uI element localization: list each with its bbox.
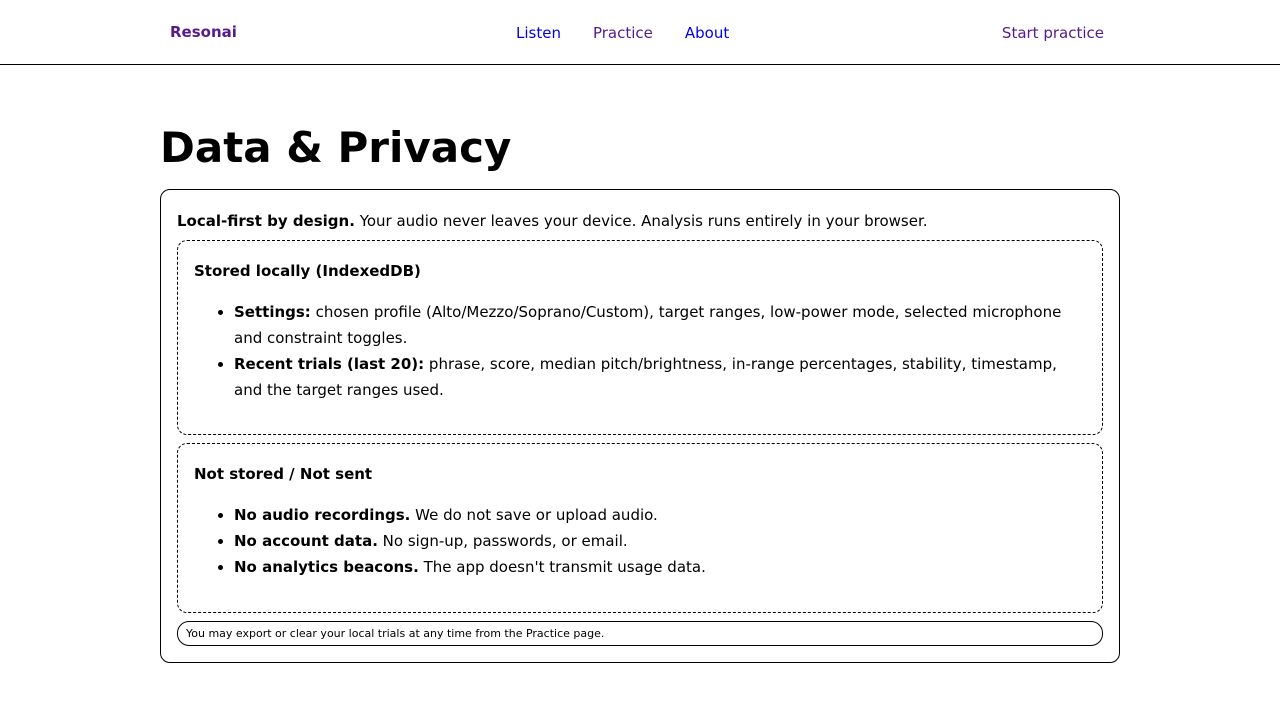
list-item-text: chosen profile (Alto/Mezzo/Soprano/Custo… bbox=[234, 303, 1062, 347]
list-item-text: No sign-up, passwords, or email. bbox=[377, 532, 628, 550]
intro-body: Your audio never leaves your device. Ana… bbox=[354, 212, 928, 230]
intro-text: Local-first by design. Your audio never … bbox=[177, 210, 928, 232]
top-navigation: Resonai Listen Practice About Start prac… bbox=[0, 0, 1280, 65]
stored-locally-list: Settings: chosen profile (Alto/Mezzo/Sop… bbox=[178, 299, 1102, 403]
list-item: Settings: chosen profile (Alto/Mezzo/Sop… bbox=[234, 299, 1088, 351]
export-clear-note: You may export or clear your local trial… bbox=[177, 621, 1103, 646]
list-item: Recent trials (last 20): phrase, score, … bbox=[234, 351, 1088, 403]
list-item-text: The app doesn't transmit usage data. bbox=[418, 558, 706, 576]
stored-locally-title: Stored locally (IndexedDB) bbox=[194, 262, 421, 280]
nav-link-practice[interactable]: Practice bbox=[593, 24, 653, 42]
page-title: Data & Privacy bbox=[160, 123, 512, 172]
nav-link-listen[interactable]: Listen bbox=[516, 24, 561, 42]
list-item-label: No analytics beacons. bbox=[234, 558, 419, 576]
list-item-text: We do not save or upload audio. bbox=[410, 506, 658, 524]
intro-lead: Local-first by design. bbox=[177, 212, 355, 230]
list-item-label: Settings: bbox=[234, 303, 311, 321]
not-stored-section: Not stored / Not sent No audio recording… bbox=[177, 443, 1103, 613]
primary-nav: Listen Practice About bbox=[516, 24, 761, 42]
list-item: No analytics beacons. The app doesn't tr… bbox=[234, 554, 1088, 580]
stored-locally-section: Stored locally (IndexedDB) Settings: cho… bbox=[177, 240, 1103, 435]
not-stored-title: Not stored / Not sent bbox=[194, 465, 373, 483]
start-practice-link[interactable]: Start practice bbox=[1002, 24, 1104, 42]
privacy-card: Local-first by design. Your audio never … bbox=[160, 189, 1120, 663]
list-item: No audio recordings. We do not save or u… bbox=[234, 502, 1088, 528]
brand-logo-link[interactable]: Resonai bbox=[170, 23, 237, 41]
list-item-label: No audio recordings. bbox=[234, 506, 411, 524]
nav-link-about[interactable]: About bbox=[685, 24, 729, 42]
list-item-label: No account data. bbox=[234, 532, 378, 550]
list-item: No account data. No sign-up, passwords, … bbox=[234, 528, 1088, 554]
list-item-label: Recent trials (last 20): bbox=[234, 355, 425, 373]
not-stored-list: No audio recordings. We do not save or u… bbox=[178, 502, 1102, 580]
